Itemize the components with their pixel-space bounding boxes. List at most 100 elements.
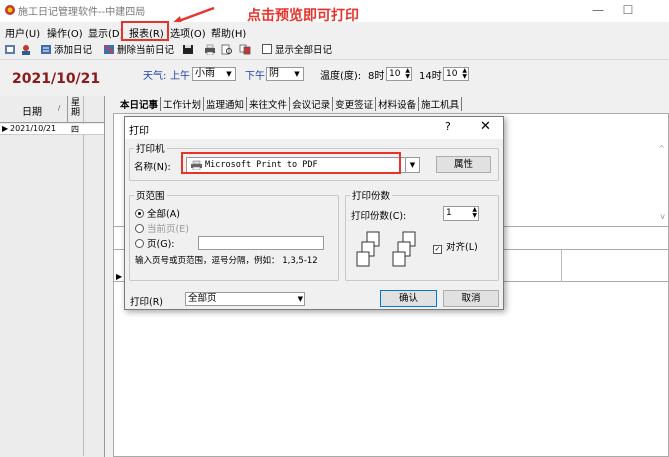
menu-display[interactable]: 显示(D): [88, 25, 124, 40]
col-date-header[interactable]: 日期: [22, 103, 42, 118]
copies-group-title: 打印份数: [352, 191, 391, 202]
print-dialog: 打印 ? ✕ 打印机 名称(N): Microsoft Print to PDF…: [124, 116, 504, 310]
printer-name-label: 名称(N):: [134, 162, 171, 173]
add-diary-button[interactable]: 添加日记: [40, 44, 92, 58]
tab-daily-notes[interactable]: 本日记事: [118, 97, 162, 111]
grid-column-divider: [83, 96, 84, 456]
header-divider: [67, 96, 68, 123]
tab-correspondence[interactable]: 来往文件: [247, 97, 291, 111]
user-icon[interactable]: [20, 44, 34, 58]
report-menu-highlight: [121, 21, 169, 41]
app-icon: [5, 5, 15, 15]
page-range-input[interactable]: [198, 236, 324, 250]
date-grid: 日期 / 星期 ▶ 2021/10/21 四: [0, 96, 105, 457]
menu-help[interactable]: 帮助(H): [211, 25, 246, 40]
page-range-title: 页范围: [136, 191, 165, 202]
properties-button[interactable]: 属性: [436, 156, 491, 173]
show-all-check-box: [262, 44, 272, 54]
dialog-title-bar: 打印 ? ✕: [125, 117, 503, 139]
page-range-hint: 输入页号或页范围，逗号分隔，例如： 1,3,5-12: [135, 256, 318, 266]
radio-dot: [135, 224, 144, 233]
row-marker-icon: ▶: [2, 124, 9, 133]
stepper-arrows-icon: ▲ ▼: [472, 206, 477, 219]
maximize-button[interactable]: ☐: [608, 0, 648, 22]
range-pages-label: 页(G):: [147, 239, 175, 250]
collate-checkbox[interactable]: ✓ 对齐(L): [433, 239, 478, 254]
printer-highlight: [181, 152, 401, 174]
row-week: 四: [71, 125, 79, 134]
pm-weather-select[interactable]: 阴 ▼: [266, 67, 304, 81]
save-icon[interactable]: [182, 44, 196, 58]
row-date: 2021/10/21: [10, 124, 57, 133]
collate-check-icon: ✓: [433, 245, 442, 254]
tab-materials[interactable]: 材料设备: [376, 97, 420, 111]
range-pages-radio[interactable]: 页(G):: [135, 236, 174, 250]
chevron-down-icon: ▼: [294, 70, 300, 78]
show-all-label: 显示全部日记: [275, 45, 333, 56]
copies-stepper[interactable]: 1 ▲ ▼: [443, 206, 479, 221]
show-all-checkbox[interactable]: 显示全部日记: [262, 44, 332, 58]
scroll-up-icon[interactable]: ^: [658, 144, 665, 153]
copies-value: 1: [446, 208, 452, 218]
row-marker-icon: ▶: [116, 272, 123, 281]
add-diary-icon: [41, 45, 51, 54]
temperature-label: 温度(度):: [320, 71, 362, 82]
pm-weather-value: 阴: [269, 68, 279, 79]
print-what-value: 全部页: [188, 293, 217, 304]
copies-label: 打印份数(C):: [351, 211, 407, 222]
am-label: 上午: [170, 71, 190, 82]
tab-work-plan[interactable]: 工作计划: [161, 97, 205, 111]
menu-options[interactable]: 选项(O): [170, 25, 206, 40]
ok-button[interactable]: 确认: [380, 290, 437, 307]
toolbar: 添加日记 删除当前日记 显示全部日记: [0, 42, 669, 60]
scroll-down-icon[interactable]: v: [660, 212, 665, 221]
export-icon[interactable]: [239, 44, 253, 58]
chevron-down-icon: ▼: [226, 70, 232, 78]
collate-label: 对齐(L): [446, 242, 478, 253]
col-week-header[interactable]: 星期: [71, 98, 81, 118]
tab-supervision-notice[interactable]: 监理通知: [204, 97, 248, 111]
tab-machinery[interactable]: 施工机具: [419, 97, 463, 111]
menu-user[interactable]: 用户(U): [5, 25, 40, 40]
tab-meeting-records[interactable]: 会议记录: [290, 97, 334, 111]
delete-diary-label: 删除当前日记: [117, 45, 175, 56]
collate-pages-icon: [356, 231, 416, 267]
window-title: 施工日记管理软件--中建四局: [18, 7, 146, 18]
tab-bar: 本日记事 工作计划 监理通知 来往文件 会议记录 变更签证 材料设备 施工机具: [118, 97, 463, 113]
menu-operation[interactable]: 操作(O): [47, 25, 83, 40]
delete-diary-icon: [104, 45, 114, 54]
t14-value: 10: [446, 69, 458, 79]
am-weather-value: 小雨: [195, 68, 215, 79]
range-all-label: 全部(A): [147, 209, 180, 220]
t8-label: 8时: [368, 71, 385, 82]
print-icon[interactable]: [204, 44, 218, 58]
range-current-radio[interactable]: 当前页(E): [135, 221, 189, 235]
table-row[interactable]: ▶ 2021/10/21 四: [0, 124, 104, 135]
date-grid-header: 日期 / 星期: [0, 96, 104, 123]
menu-bar: 用户(U) 操作(O) 显示(D) 报表(R) 选项(O) 帮助(H): [0, 22, 669, 40]
dialog-title: 打印: [129, 126, 149, 137]
pm-label: 下午: [245, 71, 265, 82]
range-current-label: 当前页(E): [147, 224, 189, 235]
print-preview-icon[interactable]: [221, 44, 235, 58]
range-all-radio[interactable]: 全部(A): [135, 206, 180, 220]
printer-dropdown-button[interactable]: ▼: [406, 157, 420, 173]
tab-change-visa[interactable]: 变更签证: [333, 97, 377, 111]
refresh-icon[interactable]: [4, 44, 18, 58]
stepper-arrows-icon: ▲ ▼: [405, 67, 410, 80]
t14-label: 14时: [419, 71, 442, 82]
sort-indicator-icon: /: [58, 104, 61, 112]
t14-stepper[interactable]: 10 ▲ ▼: [443, 67, 469, 81]
help-button[interactable]: ?: [445, 120, 451, 133]
dialog-close-button[interactable]: ✕: [480, 119, 491, 134]
delete-diary-button[interactable]: 删除当前日记: [103, 44, 174, 58]
weather-label: 天气:: [143, 71, 167, 82]
add-diary-label: 添加日记: [54, 45, 93, 56]
am-weather-select[interactable]: 小雨 ▼: [192, 67, 236, 81]
t8-stepper[interactable]: 10 ▲ ▼: [386, 67, 412, 81]
print-what-select[interactable]: 全部页 ▼: [185, 292, 305, 306]
print-what-label: 打印(R): [130, 297, 164, 308]
radio-dot: [135, 209, 144, 218]
chevron-down-icon: ▼: [297, 295, 303, 303]
cancel-button[interactable]: 取消: [443, 290, 499, 307]
